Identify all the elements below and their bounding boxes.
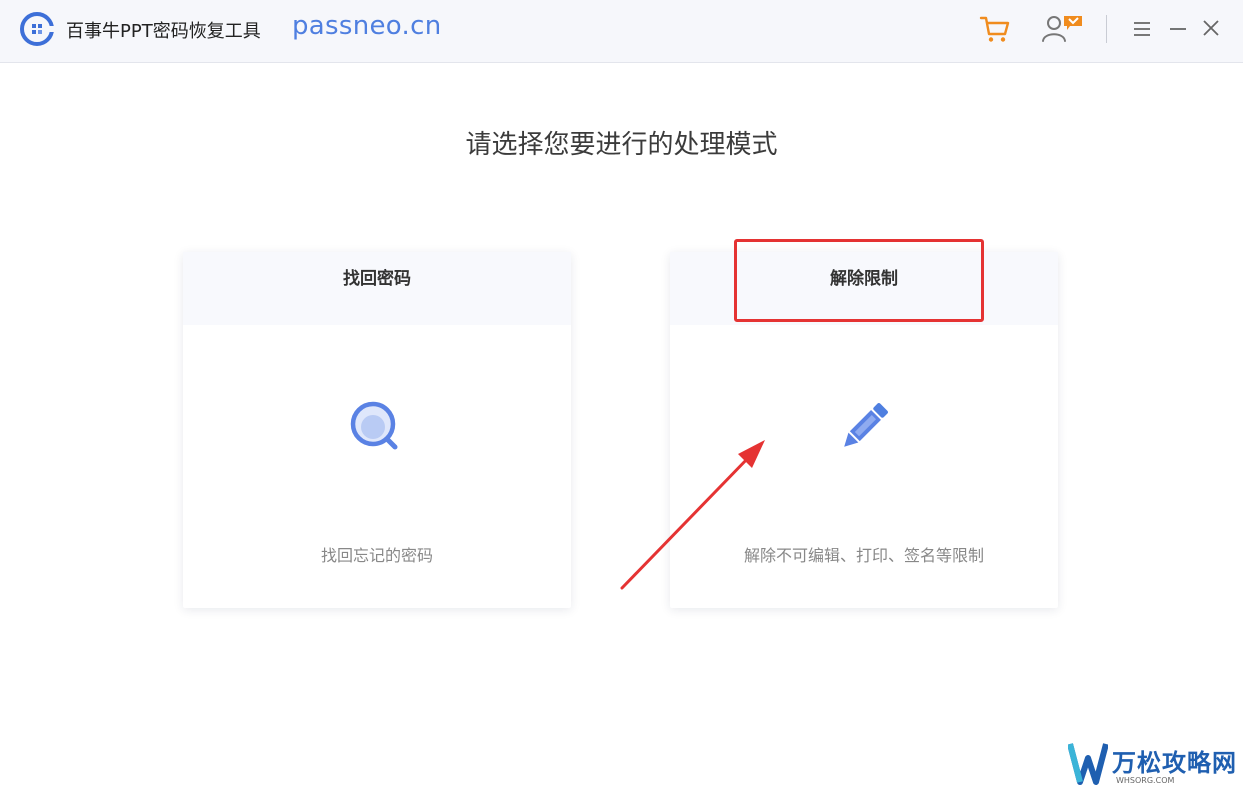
- annotation-arrow: [620, 440, 765, 590]
- magnifier-icon: [350, 401, 398, 450]
- recover-password-title: 找回密码: [183, 252, 571, 325]
- recover-password-card[interactable]: 找回密码 找回忘记的密码: [183, 252, 571, 608]
- app-title: 百事牛PPT密码恢复工具: [66, 21, 261, 42]
- title-bar: 百事牛PPT密码恢复工具 passneo.cn: [0, 0, 1243, 63]
- titlebar-divider: [1106, 15, 1107, 43]
- user-account-icon[interactable]: [1040, 12, 1084, 44]
- app-url[interactable]: passneo.cn: [292, 11, 442, 41]
- watermark-logo-icon: [1068, 743, 1108, 785]
- pencil-icon: [844, 403, 888, 447]
- watermark-text: 万松攻略网: [1112, 749, 1237, 777]
- shopping-cart-icon[interactable]: [979, 14, 1011, 44]
- watermark-subtext: WHSORG.COM: [1116, 776, 1175, 785]
- menu-icon[interactable]: [1131, 18, 1153, 40]
- app-logo-icon: [20, 12, 54, 46]
- recover-password-description: 找回忘记的密码: [320, 546, 433, 565]
- minimize-icon[interactable]: [1167, 18, 1189, 40]
- highlight-box: [734, 239, 984, 322]
- watermark: 万松攻略网 WHSORG.COM: [1068, 738, 1236, 790]
- close-icon[interactable]: [1200, 17, 1222, 39]
- mode-prompt: 请选择您要进行的处理模式: [465, 130, 778, 160]
